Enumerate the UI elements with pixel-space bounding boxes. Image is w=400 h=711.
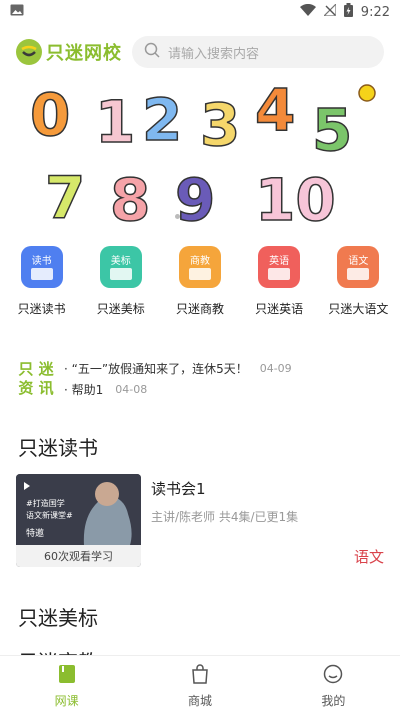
news-item[interactable]: · “五一”放假通知来了，连休5天！ 04-09: [64, 360, 292, 377]
course-title: 读书会1: [151, 480, 206, 498]
banner-digit: 0: [30, 81, 70, 149]
category-label: 只迷英语: [255, 302, 304, 316]
tab-label: 我的: [321, 694, 346, 708]
category-grid: 读书 只迷读书 美标 只迷美标 商教 只迷商教 英语 只迷英语 语文 只迷大语文: [0, 246, 400, 326]
category-english[interactable]: 英语 只迷英语: [240, 246, 318, 326]
tab-mall[interactable]: 商城: [133, 656, 266, 711]
notebook-icon: [58, 664, 76, 688]
top-header: 只迷网校 请输入搜索内容: [0, 30, 400, 74]
view-count: 60次观看学习: [16, 545, 141, 567]
banner-digit: 4: [255, 80, 295, 144]
banner-digit: 1: [95, 88, 135, 156]
wifi-icon: [299, 3, 316, 20]
english-book-icon: 英语: [258, 246, 301, 288]
brand-logo-icon: [16, 39, 42, 65]
banner-digit: 5: [312, 96, 352, 164]
category-business[interactable]: 商教 只迷商教: [161, 246, 239, 326]
course-card[interactable]: #打造国学 语文新课堂# 特邀 60次观看学习 读书会1 主讲/陈老师 共4集/…: [16, 474, 386, 568]
search-placeholder: 请输入搜索内容: [168, 46, 260, 62]
news-list: · “五一”放假通知来了，连休5天！ 04-09 · 帮助1 04-08: [64, 360, 292, 398]
banner-digit: 8: [110, 166, 150, 230]
course-subject-tag: 语文: [353, 548, 384, 566]
news-date: 04-09: [259, 362, 292, 375]
banner-digit: 2: [142, 86, 182, 154]
shopping-bag-icon: [190, 664, 210, 688]
smiley-icon: [323, 664, 343, 688]
battery-icon: [343, 3, 353, 21]
signal-off-icon: [322, 2, 337, 20]
news-date: 04-08: [115, 383, 148, 396]
brand: 只迷网校: [16, 39, 122, 65]
news-text: · 帮助1: [64, 383, 104, 397]
section-title-meibiao: 只迷美标: [18, 606, 98, 630]
carousel-indicator[interactable]: [175, 214, 180, 219]
news-ticker: 只 迷 资 讯 · “五一”放假通知来了，连休5天！ 04-09 · 帮助1 0…: [18, 357, 388, 401]
chinese-book-icon: 语文: [337, 246, 380, 288]
banner-image: 0 1 2 3 4 5 7 8 9 10: [29, 75, 376, 235]
calendar-icon: 美标: [99, 246, 142, 288]
thumb-caption: #打造国学: [26, 498, 65, 508]
category-chinese[interactable]: 语文 只迷大语文: [319, 246, 397, 326]
course-thumbnail: #打造国学 语文新课堂# 特邀 60次观看学习: [16, 474, 141, 567]
briefcase-icon: 商教: [178, 246, 221, 288]
tab-courses[interactable]: 网课: [0, 656, 133, 711]
tab-label: 商城: [187, 694, 212, 708]
app-screen: 9:22 只迷网校 请输入搜索内容 0 1 2 3 4 5 7 8 9 10 读…: [0, 0, 400, 711]
banner-carousel[interactable]: 0 1 2 3 4 5 7 8 9 10: [0, 75, 400, 235]
thumb-caption: 语文新课堂#: [26, 510, 73, 520]
book-icon: 读书: [20, 246, 63, 288]
thumb-caption: 特邀: [26, 527, 44, 539]
category-label: 只迷美标: [96, 302, 145, 316]
course-meta: 主讲/陈老师 共4集/已更1集: [151, 510, 299, 524]
category-label: 只迷大语文: [328, 302, 389, 316]
category-meibiao[interactable]: 美标 只迷美标: [82, 246, 160, 326]
bottom-navigation: 网课 商城 我的: [0, 655, 400, 711]
banner-digit: 10: [255, 166, 336, 230]
search-icon: [144, 42, 160, 62]
news-text: · “五一”放假通知来了，连休5天！: [64, 362, 248, 376]
banner-digit: 9: [175, 166, 215, 230]
category-label: 只迷读书: [17, 302, 66, 316]
news-item[interactable]: · 帮助1 04-08: [64, 381, 292, 398]
status-time: 9:22: [360, 4, 390, 20]
brand-name: 只迷网校: [46, 43, 122, 64]
gallery-notification-icon: [10, 4, 24, 20]
tab-profile[interactable]: 我的: [267, 656, 400, 711]
section-title-reading: 只迷读书: [18, 436, 98, 460]
course-thumbnail-image: #打造国学 语文新课堂# 特邀: [16, 474, 141, 545]
search-bar[interactable]: 请输入搜索内容: [132, 36, 384, 68]
banner-digit: 3: [200, 91, 240, 159]
banner-digit: 7: [45, 164, 85, 230]
news-logo: 只 迷 资 讯: [18, 360, 54, 397]
category-label: 只迷商教: [175, 302, 224, 316]
status-bar: 9:22: [0, 0, 400, 24]
category-reading[interactable]: 读书 只迷读书: [3, 246, 81, 326]
tab-label: 网课: [54, 694, 79, 708]
